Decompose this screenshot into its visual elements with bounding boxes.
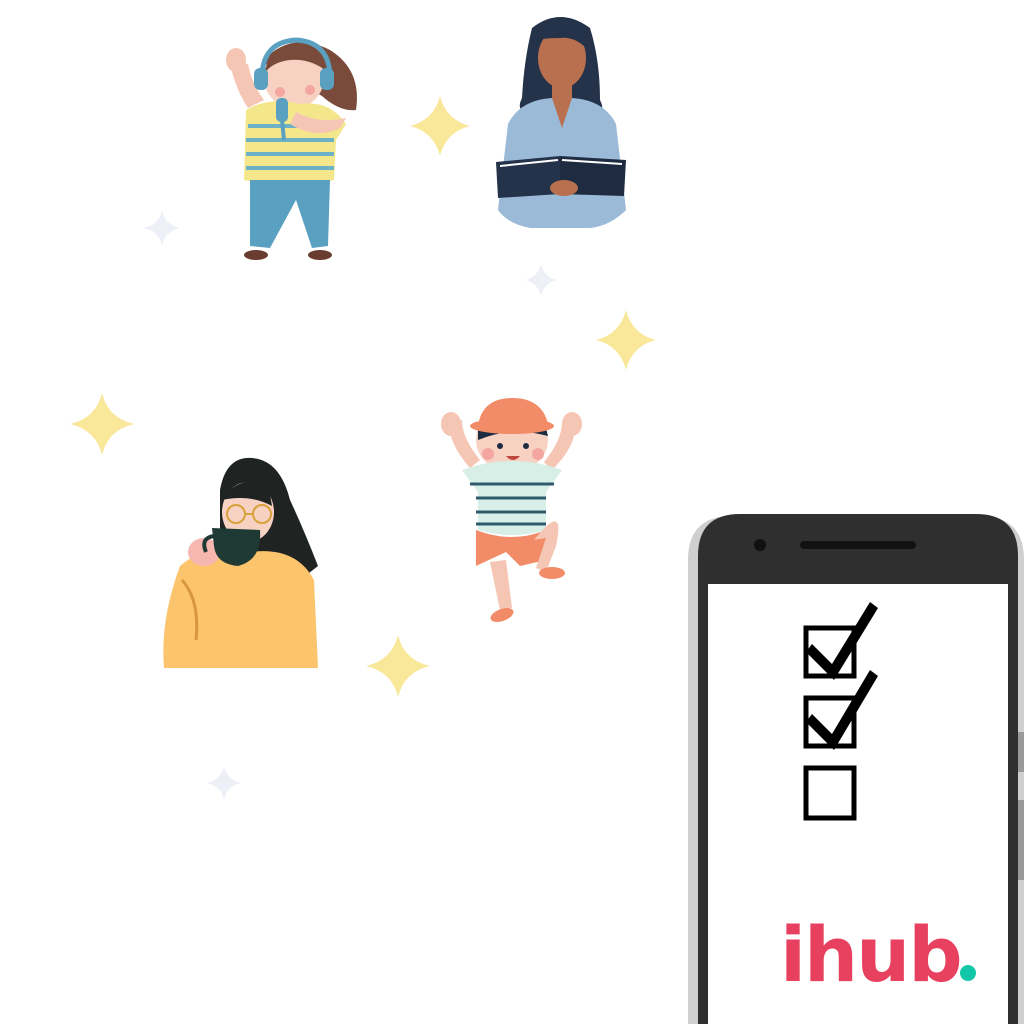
ihub-logo: ihub <box>780 910 976 995</box>
sparkle-icon <box>70 393 134 455</box>
scene-canvas <box>70 17 1024 1024</box>
sparkle-icon <box>596 310 656 370</box>
sparkle-icon <box>366 635 430 697</box>
camera-icon <box>754 539 766 551</box>
ihub-logo-dot <box>960 965 976 981</box>
woman-coffee-illustration <box>163 457 318 668</box>
sparkle-faint-icon <box>207 766 241 800</box>
sparkle-faint-icon <box>525 264 557 296</box>
woman-reader-illustration <box>496 17 626 228</box>
boy-dancing-illustration <box>441 398 582 622</box>
speaker-grille <box>800 541 916 549</box>
ihub-logo-text: ihub <box>780 910 961 995</box>
sparkle-faint-icon <box>144 210 180 246</box>
girl-singer-illustration <box>226 37 357 260</box>
sparkle-icon <box>410 96 470 156</box>
